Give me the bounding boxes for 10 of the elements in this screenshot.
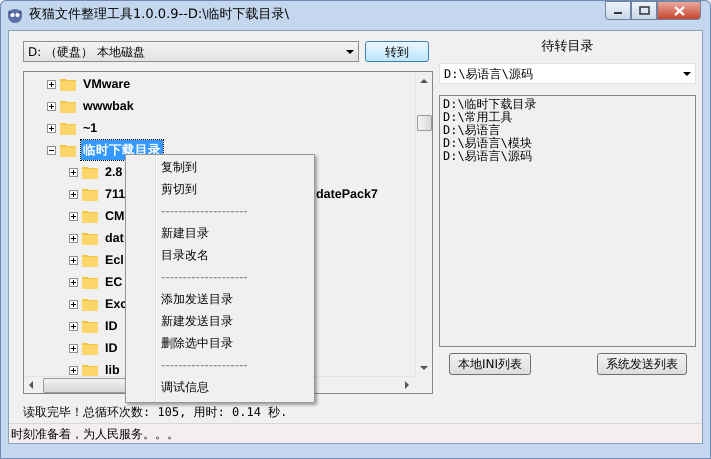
panel-title: 待转目录 xyxy=(540,38,594,56)
menu-separator: -------------------- xyxy=(160,269,249,286)
status-bar: 时刻准备着，为人民服务。。。 xyxy=(9,423,702,443)
menu-separator: -------------------- xyxy=(160,203,249,220)
tree-item-text: datePack7 xyxy=(315,186,379,203)
drive-select-value: D: （硬盘） 本地磁盘 xyxy=(28,44,146,60)
target-select-value: D:\易语言\源码 xyxy=(444,66,534,82)
menu-separator: -------------------- xyxy=(160,357,249,374)
result-text: 读取完毕！总循环次数: 105, 用时: 0.14 秒. xyxy=(23,404,288,421)
window-title: 夜猫文件整理工具1.0.0.9--D:\临时下载目录\ xyxy=(29,6,290,24)
